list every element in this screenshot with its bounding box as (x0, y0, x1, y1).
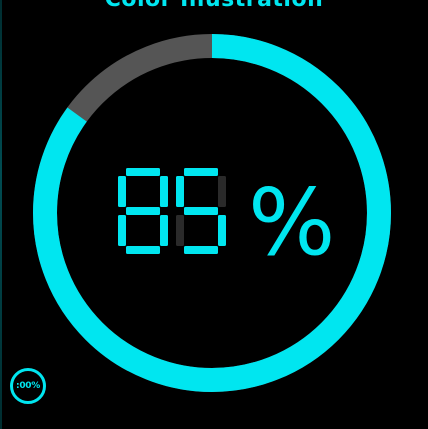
segment-c (218, 215, 226, 246)
progress-gauge: % (33, 34, 391, 392)
segment-b (218, 176, 226, 207)
seven-segment-digit-2 (176, 168, 226, 254)
segment-f (118, 176, 126, 207)
segment-a (184, 168, 218, 176)
segment-a (126, 168, 160, 176)
segment-f (176, 176, 184, 207)
segment-e (118, 215, 126, 246)
segment-c (160, 215, 168, 246)
segment-g (184, 207, 218, 215)
segment-e (176, 215, 184, 246)
seven-segment-digit-1 (118, 168, 168, 254)
segment-g (126, 207, 160, 215)
percent-sign: % (248, 169, 335, 276)
segment-b (160, 176, 168, 207)
segment-d (126, 246, 160, 254)
mini-percent-badge[interactable]: :00% (10, 368, 46, 404)
mini-badge-label: :00% (16, 381, 40, 391)
segment-d (184, 246, 218, 254)
